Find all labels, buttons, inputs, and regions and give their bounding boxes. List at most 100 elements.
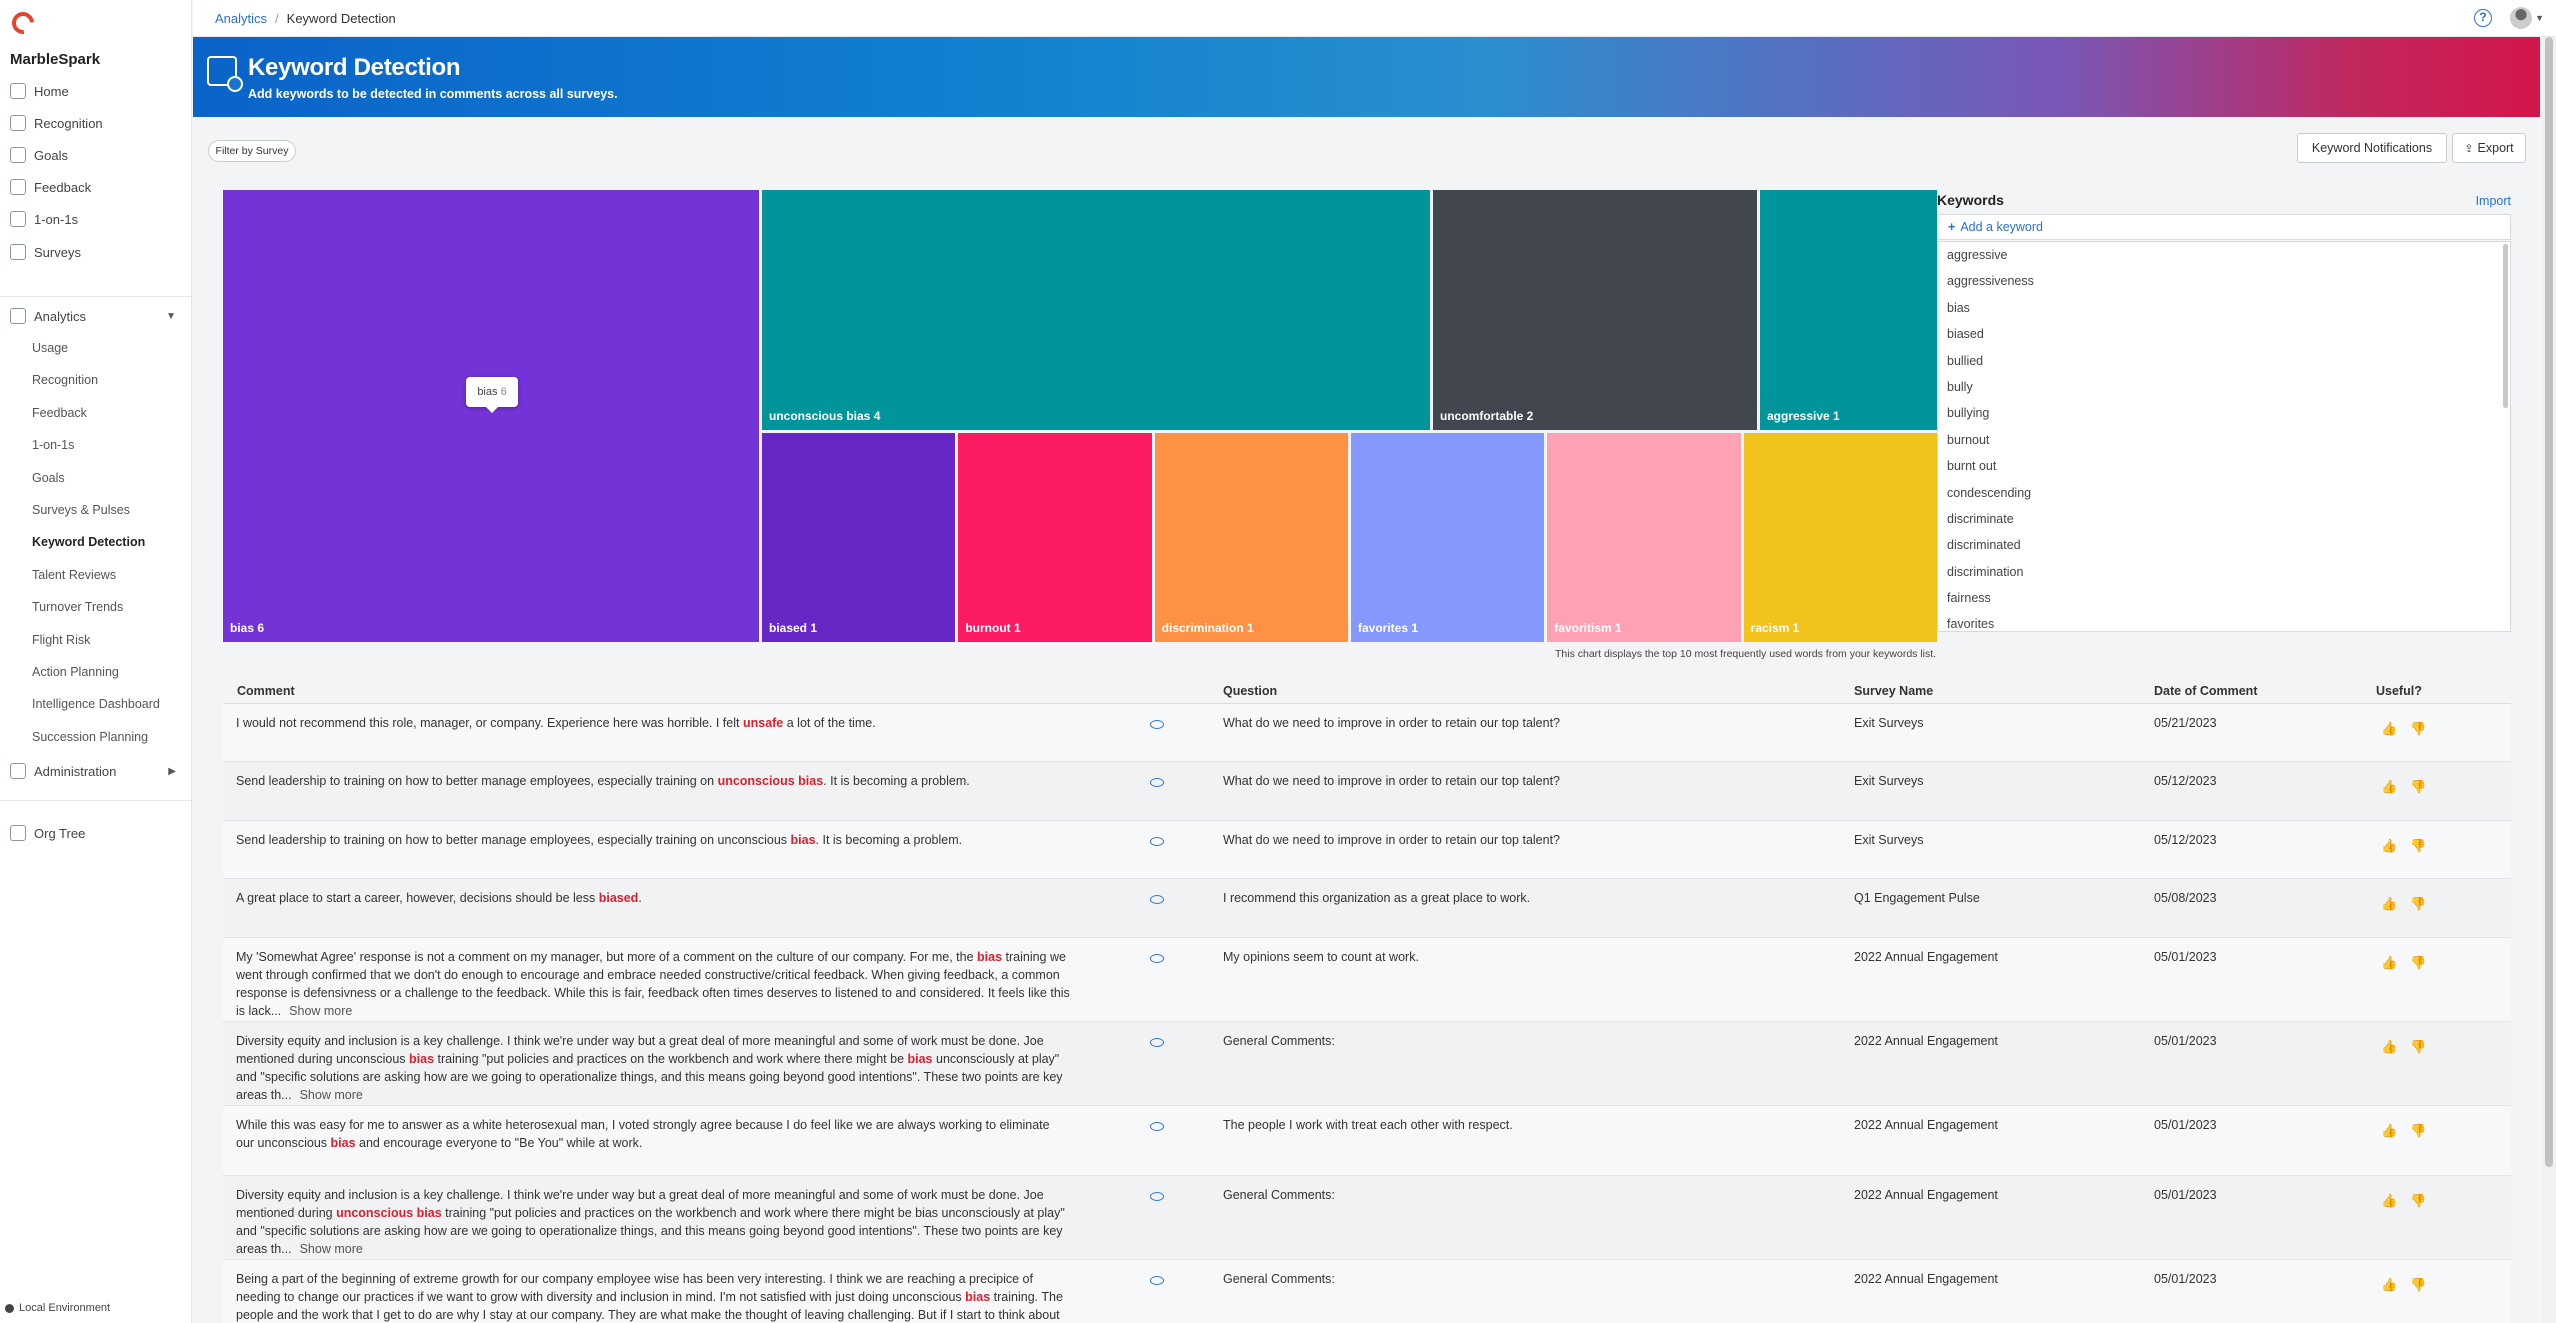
avatar[interactable]: [2510, 7, 2532, 29]
treemap-tile-bias[interactable]: bias 6: [223, 190, 759, 642]
eye-icon[interactable]: [1150, 1122, 1164, 1131]
thumbs-down-icon[interactable]: 👎: [2410, 1194, 2426, 1207]
eye-icon[interactable]: [1150, 778, 1164, 787]
sidebar-item-goals[interactable]: Goals: [0, 140, 192, 170]
keyword-item[interactable]: discrimination: [1938, 559, 2510, 585]
sidebar-subitem-surveys-pulses[interactable]: Surveys & Pulses: [0, 495, 192, 525]
page-scrollbar[interactable]: [2542, 37, 2556, 1323]
caret-down-icon[interactable]: ▼: [2535, 13, 2544, 23]
header-question[interactable]: Question: [1223, 684, 1277, 698]
keyword-item[interactable]: burnout: [1938, 427, 2510, 453]
page-subtitle: Add keywords to be detected in comments …: [248, 87, 618, 101]
treemap-tile-favoritism[interactable]: favoritism 1: [1547, 433, 1741, 642]
sidebar-item-surveys[interactable]: Surveys: [0, 237, 192, 267]
treemap-tile-aggressive[interactable]: aggressive 1: [1760, 190, 1937, 430]
eye-icon[interactable]: [1150, 720, 1164, 729]
show-more-link[interactable]: Show more: [289, 1004, 352, 1018]
treemap-tile-uncomfortable[interactable]: uncomfortable 2: [1433, 190, 1757, 430]
sidebar-item-1-on-1s[interactable]: 1-on-1s: [0, 204, 192, 234]
thumbs-up-icon[interactable]: 👍: [2381, 839, 2397, 852]
eye-icon[interactable]: [1150, 954, 1164, 963]
eye-icon[interactable]: [1150, 837, 1164, 846]
eye-icon[interactable]: [1150, 895, 1164, 904]
keyword-item[interactable]: aggressive: [1938, 242, 2510, 268]
keyword-item[interactable]: bully: [1938, 374, 2510, 400]
sidebar-item-recognition[interactable]: Recognition: [0, 108, 192, 138]
thumbs-up-icon[interactable]: 👍: [2381, 897, 2397, 910]
keyword-item[interactable]: biased: [1938, 321, 2510, 347]
breadcrumb-analytics-link[interactable]: Analytics: [215, 11, 267, 26]
table-row: A great place to start a career, however…: [223, 879, 2511, 938]
thumbs-down-icon[interactable]: 👎: [2410, 1124, 2426, 1137]
treemap-tile-racism[interactable]: racism 1: [1743, 433, 1937, 642]
keywords-scrollbar[interactable]: [2503, 244, 2508, 408]
scrollbar-thumb[interactable]: [2545, 37, 2553, 1167]
thumbs-down-icon[interactable]: 👎: [2410, 897, 2426, 910]
keywords-list[interactable]: aggressive aggressiveness bias biased bullie…: [1937, 241, 2511, 632]
thumbs-down-icon[interactable]: 👎: [2410, 722, 2426, 735]
treemap-tile-discrimination[interactable]: discrimination 1: [1154, 433, 1348, 642]
sidebar-subitem-keyword-detection[interactable]: Keyword Detection: [0, 527, 192, 557]
eye-icon[interactable]: [1150, 1276, 1164, 1285]
sidebar-item-home[interactable]: Home: [0, 76, 192, 106]
help-icon[interactable]: ?: [2474, 9, 2492, 27]
thumbs-down-icon[interactable]: 👎: [2410, 956, 2426, 969]
keyword-item[interactable]: fairness: [1938, 585, 2510, 611]
show-more-link[interactable]: Show more: [300, 1242, 363, 1256]
keyword-item[interactable]: condescending: [1938, 480, 2510, 506]
header-survey-name[interactable]: Survey Name: [1854, 684, 1933, 698]
eye-icon[interactable]: [1150, 1192, 1164, 1201]
sidebar-item-org-tree[interactable]: Org Tree: [0, 818, 192, 848]
thumbs-down-icon[interactable]: 👎: [2410, 1278, 2426, 1291]
thumbs-down-icon[interactable]: 👎: [2410, 1040, 2426, 1053]
eye-icon[interactable]: [1150, 1038, 1164, 1047]
header-comment[interactable]: Comment: [237, 684, 295, 698]
sidebar-subitem-recognition[interactable]: Recognition: [0, 365, 192, 395]
add-keyword-button[interactable]: + Add a keyword: [1937, 214, 2511, 240]
sidebar-subitem-goals[interactable]: Goals: [0, 463, 192, 493]
marblespark-logo[interactable]: [7, 7, 39, 39]
keyword-item[interactable]: aggressiveness: [1938, 268, 2510, 294]
treemap-tile-unconscious-bias[interactable]: unconscious bias 4: [762, 190, 1430, 430]
sidebar-subitem-succession-planning[interactable]: Succession Planning: [0, 722, 192, 752]
thumbs-up-icon[interactable]: 👍: [2381, 1194, 2397, 1207]
treemap-tile-biased[interactable]: biased 1: [762, 433, 956, 642]
keyword-item[interactable]: discriminate: [1938, 506, 2510, 532]
import-link[interactable]: Import: [2476, 194, 2511, 208]
sidebar-subitem-action-planning[interactable]: Action Planning: [0, 657, 192, 687]
sidebar-item-administration[interactable]: Administration ▶: [0, 756, 192, 786]
thumbs-up-icon[interactable]: 👍: [2381, 956, 2397, 969]
thumbs-down-icon[interactable]: 👎: [2410, 839, 2426, 852]
sidebar-item-analytics[interactable]: Analytics ▼: [0, 301, 192, 331]
export-button[interactable]: ⇪ Export: [2452, 133, 2526, 163]
sidebar-subitem-1-on-1s[interactable]: 1-on-1s: [0, 430, 192, 460]
keyword-item[interactable]: bias: [1938, 295, 2510, 321]
thumbs-up-icon[interactable]: 👍: [2381, 722, 2397, 735]
keyword-item[interactable]: bullied: [1938, 348, 2510, 374]
sidebar-subitem-feedback[interactable]: Feedback: [0, 398, 192, 428]
thumbs-up-icon[interactable]: 👍: [2381, 1040, 2397, 1053]
keyword-search-icon: [207, 56, 243, 92]
comment-text: Being a part of the beginning of extreme…: [236, 1270, 1071, 1323]
keyword-item[interactable]: favorites: [1938, 611, 2510, 631]
sidebar-item-feedback[interactable]: Feedback: [0, 172, 192, 202]
sidebar-subitem-turnover-trends[interactable]: Turnover Trends: [0, 592, 192, 622]
treemap-tile-burnout[interactable]: burnout 1: [958, 433, 1152, 642]
feedback-icon: [10, 179, 26, 195]
sidebar-subitem-talent-reviews[interactable]: Talent Reviews: [0, 560, 192, 590]
thumbs-down-icon[interactable]: 👎: [2410, 780, 2426, 793]
thumbs-up-icon[interactable]: 👍: [2381, 1278, 2397, 1291]
sidebar-subitem-usage[interactable]: Usage: [0, 333, 192, 363]
show-more-link[interactable]: Show more: [300, 1088, 363, 1102]
keyword-item[interactable]: discriminated: [1938, 532, 2510, 558]
thumbs-up-icon[interactable]: 👍: [2381, 780, 2397, 793]
thumbs-up-icon[interactable]: 👍: [2381, 1124, 2397, 1137]
treemap-tile-favorites[interactable]: favorites 1: [1351, 433, 1545, 642]
header-date[interactable]: Date of Comment: [2154, 684, 2257, 698]
sidebar-subitem-flight-risk[interactable]: Flight Risk: [0, 625, 192, 655]
keyword-item[interactable]: bullying: [1938, 400, 2510, 426]
sidebar-subitem-intelligence-dashboard[interactable]: Intelligence Dashboard: [0, 689, 192, 719]
keyword-notifications-button[interactable]: Keyword Notifications: [2297, 133, 2447, 163]
filter-by-survey-button[interactable]: Filter by Survey: [208, 140, 296, 162]
keyword-item[interactable]: burnt out: [1938, 453, 2510, 479]
